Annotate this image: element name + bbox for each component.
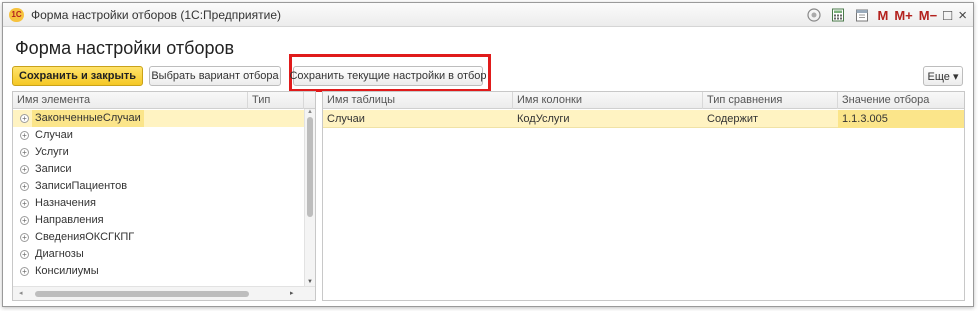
tree-item-label: Диагнозы [35,248,84,260]
column-header-filter-value[interactable]: Значение отбора [838,92,964,109]
tree-item-label: Случаи [35,129,73,141]
horizontal-scroll-thumb[interactable] [35,291,249,297]
tree-item-label: Записи [35,163,72,175]
scroll-down-icon[interactable]: ▼ [307,279,313,285]
tree-item[interactable]: + ЗаконченныеСлучаи [13,110,304,127]
tree-item[interactable]: + Услуги [13,144,304,161]
bell-icon[interactable] [805,6,823,24]
memory-m-button[interactable]: M [877,8,888,23]
table-row[interactable]: Случаи КодУслуги Содержит 1.1.3.005 [323,110,964,128]
column-header-type[interactable]: Тип [248,92,304,109]
tree-item-label: ЗаписиПациентов [35,180,128,192]
tree-item-label: Консилиумы [35,265,99,277]
horizontal-scrollbar[interactable]: ◂ ▸ [13,286,315,300]
tree-item-label: Направления [35,214,104,226]
expand-icon[interactable]: + [20,267,29,276]
scroll-up-icon[interactable]: ▲ [307,109,313,115]
column-header-table-name[interactable]: Имя таблицы [323,92,513,109]
elements-tree-header: Имя элемента Тип [13,92,315,109]
scroll-thumb[interactable] [307,117,313,217]
tree-item[interactable]: + Консилиумы [13,263,304,280]
expand-icon[interactable]: + [20,165,29,174]
vertical-scrollbar[interactable]: ▲ ▼ [304,109,315,286]
more-button[interactable]: Еще ▾ [923,66,963,86]
save-and-close-button[interactable]: Сохранить и закрыть [12,66,143,86]
expand-icon[interactable]: + [20,250,29,259]
app-logo: 1С [9,8,24,22]
tree-item[interactable]: + Диагнозы [13,246,304,263]
tree-item-label: Назначения [35,197,96,209]
tree-item[interactable]: + СведенияОКСГКПГ [13,229,304,246]
expand-icon[interactable]: + [20,148,29,157]
title-bar-icons: M M+ M− □ × [805,6,967,24]
window-title: Форма настройки отборов (1С:Предприятие) [31,8,281,22]
tree-item[interactable]: + Записи [13,161,304,178]
settings-window: 1С Форма настройки отборов (1С:Предприят… [2,2,974,307]
column-header-element-name[interactable]: Имя элемента [13,92,248,109]
expand-icon[interactable]: + [20,114,29,123]
expand-icon[interactable]: + [20,216,29,225]
tree-item[interactable]: + Направления [13,212,304,229]
cell-comparison-type[interactable]: Содержит [703,110,838,128]
elements-tree-panel: Имя элемента Тип + ЗаконченныеСлучаи + Случ… [12,91,316,301]
scroll-right-icon[interactable]: ▸ [290,289,294,297]
close-icon[interactable]: × [958,7,967,24]
scroll-left-icon[interactable]: ◂ [19,289,23,297]
tree-item[interactable]: + ЗаписиПациентов [13,178,304,195]
filters-table-panel: Имя таблицы Имя колонки Тип сравнения Зн… [322,91,965,301]
expand-icon[interactable]: + [20,182,29,191]
memory-minus-button[interactable]: M− [919,8,937,23]
title-bar: 1С Форма настройки отборов (1С:Предприят… [3,3,973,27]
save-current-settings-button[interactable]: Сохранить текущие настройки в отбор [289,66,487,86]
expand-icon[interactable]: + [20,131,29,140]
cell-column-name[interactable]: КодУслуги [513,110,703,128]
tree-item-label: СведенияОКСГКПГ [35,231,135,243]
cell-table-name[interactable]: Случаи [323,110,513,128]
tree-item[interactable]: + Случаи [13,127,304,144]
expand-icon[interactable]: + [20,199,29,208]
choose-variant-button[interactable]: Выбрать вариант отбора [149,66,281,86]
form-title: Форма настройки отборов [15,38,235,58]
filters-table-header: Имя таблицы Имя колонки Тип сравнения Зн… [323,92,964,109]
tree-item-label: Услуги [35,146,69,158]
memory-plus-button[interactable]: M+ [894,8,912,23]
tree-item[interactable]: + Назначения [13,195,304,212]
cell-filter-value[interactable]: 1.1.3.005 [838,110,964,128]
expand-icon[interactable]: + [20,233,29,242]
column-header-comparison-type[interactable]: Тип сравнения [703,92,838,109]
restore-icon[interactable]: □ [943,7,952,24]
column-header-column-name[interactable]: Имя колонки [513,92,703,109]
calculator-icon[interactable] [829,6,847,24]
calendar-icon[interactable] [853,6,871,24]
tree-item-label: ЗаконченныеСлучаи [32,110,144,127]
